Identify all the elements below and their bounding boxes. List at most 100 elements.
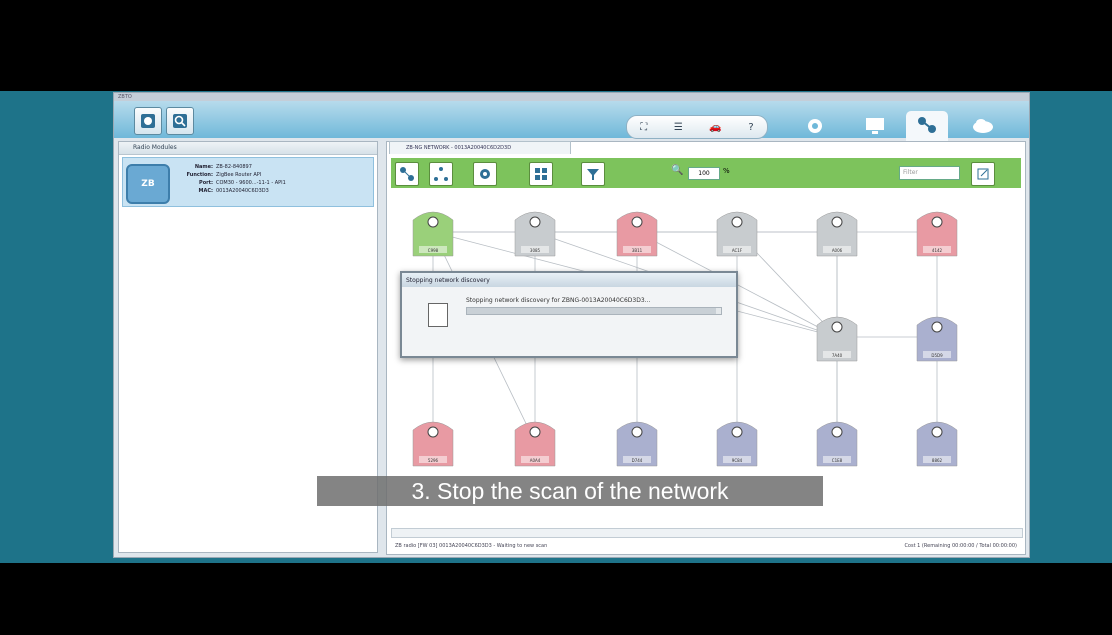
network-node[interactable]: D744 bbox=[616, 421, 658, 467]
tab-monitor[interactable] bbox=[854, 111, 896, 141]
network-node[interactable]: D5D9 bbox=[916, 316, 958, 362]
gear-icon bbox=[480, 169, 490, 179]
node-id: 3085 bbox=[530, 248, 541, 253]
network-node[interactable]: 8862 bbox=[916, 421, 958, 467]
dialog-title: Stopping network discovery bbox=[406, 277, 490, 284]
device-card[interactable]: ZB Name: ZB-82-840897 Function: ZigBee Rou… bbox=[122, 157, 374, 207]
node-type-icon bbox=[931, 216, 943, 228]
node-type-icon bbox=[529, 426, 541, 438]
car-icon[interactable]: 🚗 bbox=[709, 122, 721, 133]
device-port-row: Port: COM30 - 9600...-11-1 - API1 bbox=[199, 180, 286, 186]
radio-modules-title: Radio Modules bbox=[133, 144, 177, 151]
network-tree-icon bbox=[918, 117, 936, 133]
node-type-icon bbox=[631, 216, 643, 228]
horizontal-scrollbar[interactable] bbox=[391, 528, 1023, 538]
filter-icon bbox=[587, 169, 599, 180]
node-type-icon bbox=[427, 426, 439, 438]
zoom-input[interactable]: 100 bbox=[688, 167, 720, 180]
magnifier-icon bbox=[173, 114, 187, 128]
network-tab-title: ZB-NG NETWORK - 0013A20040C6D2D3D bbox=[406, 145, 512, 151]
device-mac-row: MAC: 0013A20040C6D3D3 bbox=[198, 188, 269, 194]
radio-modules-header: Radio Modules bbox=[119, 142, 377, 155]
export-icon bbox=[977, 168, 989, 180]
node-type-icon bbox=[931, 426, 943, 438]
node-id: 4142 bbox=[932, 248, 943, 253]
window-titlebar: ZBTO bbox=[114, 93, 1029, 101]
filter-button[interactable] bbox=[581, 162, 605, 186]
network-tree-icon bbox=[400, 167, 414, 181]
search-devices-button[interactable] bbox=[166, 107, 194, 135]
status-left: ZB radio [FW 03] 0013A20040C6D3D3 - Wait… bbox=[395, 543, 548, 549]
device-function-row: Function: ZigBee Router API bbox=[186, 172, 262, 178]
node-id: A006 bbox=[832, 248, 843, 253]
node-id: 8862 bbox=[932, 458, 943, 463]
arrange-button[interactable] bbox=[429, 162, 453, 186]
tab-settings[interactable] bbox=[794, 111, 836, 141]
gear-icon bbox=[808, 119, 822, 133]
zoom-unit: % bbox=[723, 167, 730, 175]
dialog-titlebar: Stopping network discovery bbox=[402, 273, 736, 287]
grid-icon bbox=[535, 168, 547, 180]
filter-input[interactable]: Filter bbox=[899, 166, 960, 180]
node-type-icon bbox=[831, 321, 843, 333]
node-type-icon bbox=[427, 216, 439, 228]
network-node[interactable]: C1E8 bbox=[816, 421, 858, 467]
network-node[interactable]: A006 bbox=[816, 211, 858, 257]
node-id: A0A4 bbox=[530, 458, 541, 463]
discovery-progress-fill bbox=[467, 308, 716, 314]
network-tab[interactable]: ZB-NG NETWORK - 0013A20040C6D2D3D bbox=[389, 141, 571, 154]
network-node[interactable]: 7A40 bbox=[816, 316, 858, 362]
hierarchy-icon bbox=[434, 167, 448, 181]
main-toolbar: ⛶ ☰ 🚗 ? bbox=[114, 101, 1029, 141]
node-type-icon bbox=[831, 216, 843, 228]
node-type-icon bbox=[631, 426, 643, 438]
hourglass-icon bbox=[428, 303, 448, 327]
node-id: 3B11 bbox=[632, 248, 643, 253]
zoom-icon[interactable]: 🔍 bbox=[671, 165, 683, 176]
tab-network[interactable] bbox=[906, 111, 948, 141]
zigbee-device-icon: ZB bbox=[126, 164, 170, 204]
status-right: Cost 1 (Remaining 00:00:00 / Total 00:00… bbox=[904, 543, 1017, 549]
dialog-message: Stopping network discovery for ZBNG-0013… bbox=[466, 297, 651, 304]
device-name-row: Name: ZB-82-840897 bbox=[194, 164, 252, 170]
network-node[interactable]: 3085 bbox=[514, 211, 556, 257]
monitor-icon bbox=[866, 118, 884, 134]
fit-icon[interactable]: ⛶ bbox=[640, 122, 647, 133]
node-id: 9C84 bbox=[732, 458, 743, 463]
layout-button[interactable] bbox=[395, 162, 419, 186]
video-caption: 3. Stop the scan of the network bbox=[317, 476, 823, 506]
tab-cloud[interactable] bbox=[962, 111, 1004, 141]
network-node[interactable]: 3B11 bbox=[616, 211, 658, 257]
window-title: ZBTO bbox=[118, 94, 132, 100]
list-icon[interactable]: ☰ bbox=[674, 122, 683, 133]
node-id: D5D9 bbox=[931, 353, 943, 358]
tool-pill: ⛶ ☰ 🚗 ? bbox=[626, 115, 768, 139]
network-node[interactable]: C998 bbox=[412, 211, 454, 257]
node-type-icon bbox=[931, 321, 943, 333]
node-id: C998 bbox=[428, 248, 439, 253]
help-button[interactable]: ? bbox=[748, 122, 753, 133]
network-node[interactable]: 9C84 bbox=[716, 421, 758, 467]
node-type-icon bbox=[731, 426, 743, 438]
node-id: 7A40 bbox=[832, 353, 843, 358]
node-settings-button[interactable] bbox=[473, 162, 497, 186]
node-type-icon bbox=[831, 426, 843, 438]
grid-view-button[interactable] bbox=[529, 162, 553, 186]
cloud-icon bbox=[973, 119, 993, 133]
node-id: AC1F bbox=[732, 248, 743, 253]
network-node[interactable]: 5296 bbox=[412, 421, 454, 467]
stop-discovery-dialog: Stopping network discovery Stopping netw… bbox=[400, 271, 738, 358]
node-type-icon bbox=[529, 216, 541, 228]
network-node[interactable]: 4142 bbox=[916, 211, 958, 257]
node-id: 5296 bbox=[428, 458, 439, 463]
network-node[interactable]: A0A4 bbox=[514, 421, 556, 467]
network-scan-icon bbox=[141, 114, 155, 128]
status-bar: ZB radio [FW 03] 0013A20040C6D3D3 - Wait… bbox=[389, 540, 1023, 552]
network-scan-button[interactable] bbox=[134, 107, 162, 135]
export-button[interactable] bbox=[971, 162, 995, 186]
discovery-progress bbox=[466, 307, 722, 315]
network-toolbar: 🔍 100 % Filter bbox=[391, 158, 1021, 188]
network-node[interactable]: AC1F bbox=[716, 211, 758, 257]
node-id: C1E8 bbox=[832, 458, 843, 463]
node-type-icon bbox=[731, 216, 743, 228]
